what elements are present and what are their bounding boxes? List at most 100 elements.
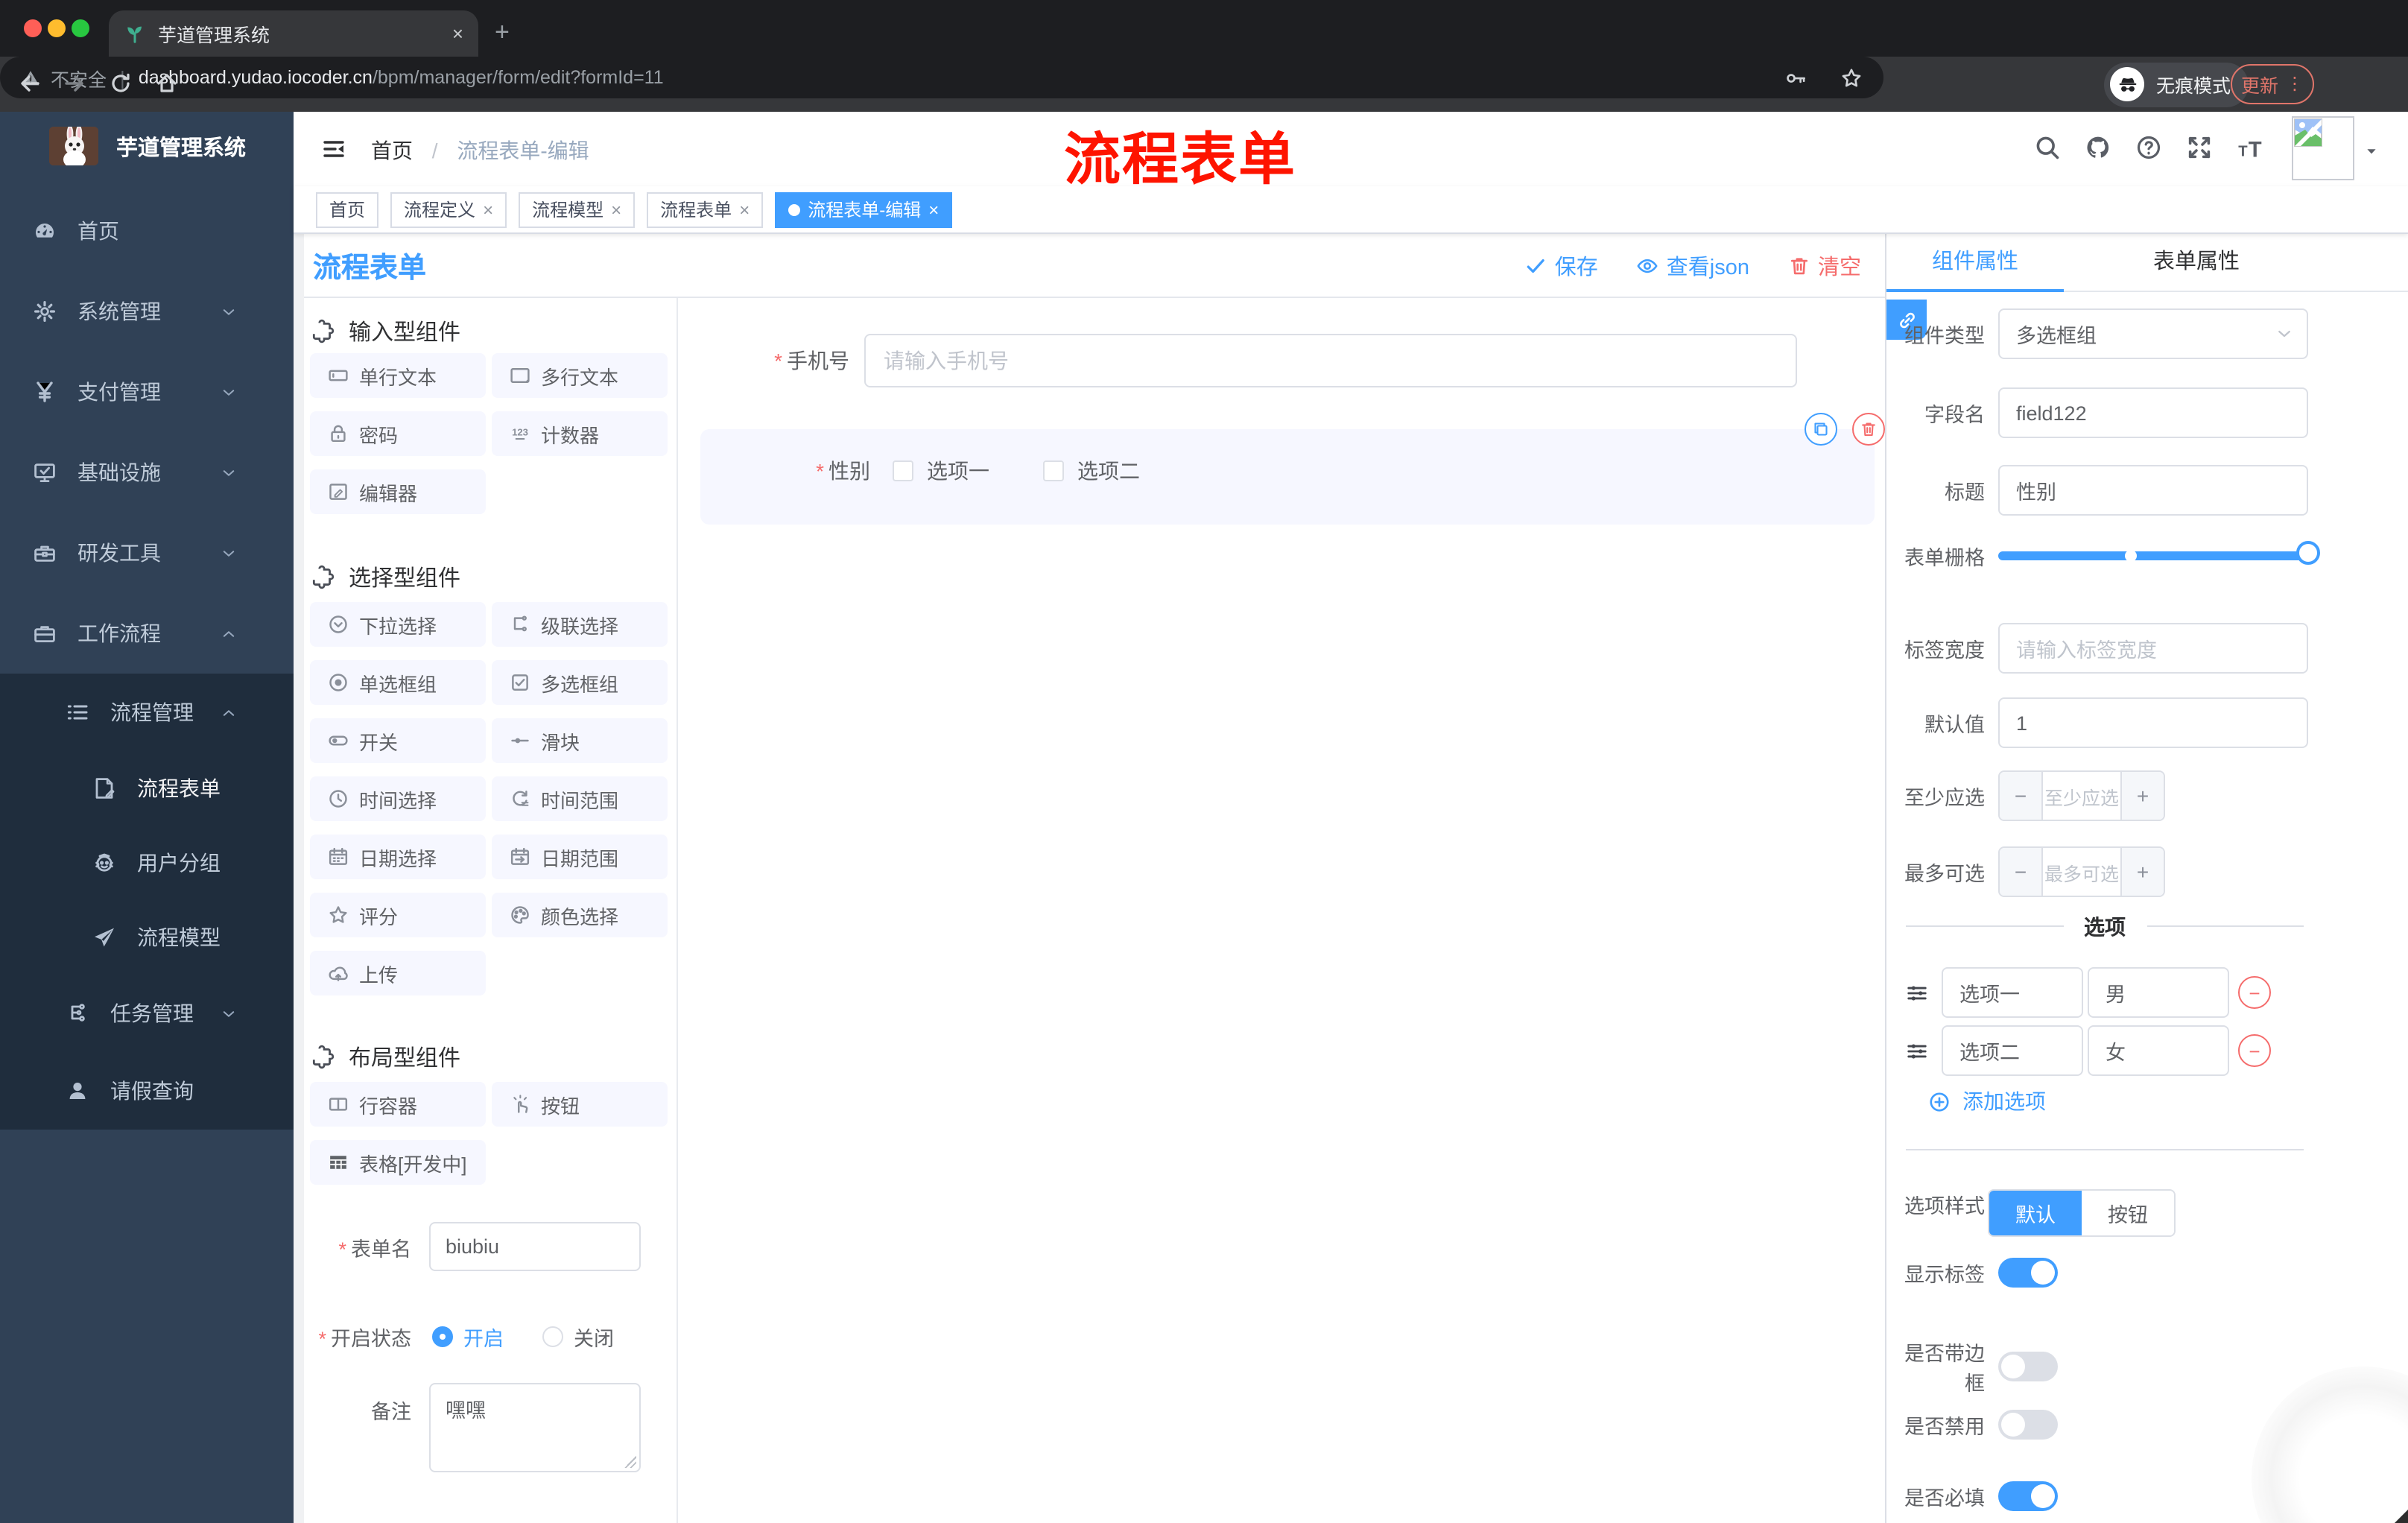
component-时间选择[interactable]: 时间选择 — [310, 776, 486, 821]
component-开关[interactable]: 开关 — [310, 718, 486, 763]
toggle-switch-是否必填[interactable] — [1998, 1481, 2058, 1511]
plus-button[interactable]: + — [2120, 772, 2164, 820]
delete-field-button[interactable] — [1852, 413, 1885, 446]
url-bar[interactable]: 不安全 | dashboard.yudao.iocoder.cn/bpm/man… — [0, 57, 1883, 98]
avatar-caret-icon[interactable] — [2365, 145, 2378, 158]
forward-icon[interactable] — [63, 72, 86, 95]
minus-button[interactable]: − — [2000, 772, 2043, 820]
chrome-menu-icon[interactable]: ⋮ — [2286, 73, 2304, 94]
style-button-button[interactable]: 按钮 — [2082, 1191, 2174, 1235]
sidebar-item-首页[interactable]: 首页 — [0, 191, 294, 271]
fullscreen-icon[interactable] — [2186, 134, 2213, 161]
gender-option-1[interactable]: 选项一 — [893, 456, 989, 486]
traffic-light-close[interactable] — [24, 19, 42, 37]
component-type-select[interactable]: 多选框组 — [1998, 308, 2308, 359]
form-name-input[interactable]: biubiu — [429, 1222, 641, 1271]
component-滑块[interactable]: 滑块 — [492, 718, 668, 763]
remove-option-button[interactable]: − — [2238, 976, 2271, 1009]
browser-tab[interactable]: 芋道管理系统 × — [109, 10, 478, 57]
drag-handle-icon[interactable] — [1906, 981, 1928, 1004]
new-tab-button[interactable]: + — [495, 18, 510, 48]
component-时间范围[interactable]: 时间范围 — [492, 776, 668, 821]
component-多选框组[interactable]: 多选框组 — [492, 660, 668, 705]
remove-option-button[interactable]: − — [2238, 1034, 2271, 1067]
min-select-stepper[interactable]: − 至少应选 + — [1998, 770, 2165, 821]
sidebar-item-支付管理[interactable]: 支付管理 — [0, 352, 294, 432]
field-name-input[interactable]: field122 — [1998, 387, 2308, 438]
style-default-button[interactable]: 默认 — [1989, 1191, 2082, 1235]
form-canvas[interactable]: * 手机号 请输入手机号 * 性别 选项一 选项二 — [678, 298, 1885, 1523]
sidebar-item-流程管理[interactable]: 流程管理 — [0, 674, 294, 751]
breadcrumb-home[interactable]: 首页 — [371, 139, 413, 162]
checkbox-icon[interactable] — [1043, 460, 1064, 481]
component-下拉选择[interactable]: 下拉选择 — [310, 602, 486, 647]
option-label-input[interactable]: 选项一 — [1942, 967, 2083, 1018]
sidebar-item-用户分组[interactable]: 用户分组 — [0, 826, 294, 900]
tag-首页[interactable]: 首页 — [316, 191, 379, 227]
option-value-input[interactable]: 女 — [2088, 1025, 2229, 1076]
corner-widget[interactable] — [2395, 1510, 2408, 1523]
phone-field-input[interactable]: 请输入手机号 — [864, 334, 1797, 387]
component-多行文本[interactable]: 多行文本 — [492, 353, 668, 398]
tab-close-icon[interactable]: × — [452, 22, 463, 45]
tag-流程表单[interactable]: 流程表单 × — [647, 191, 764, 227]
title-input[interactable]: 性别 — [1998, 465, 2308, 516]
home-icon[interactable] — [155, 72, 179, 95]
drag-handle-icon[interactable] — [1906, 1039, 1928, 1062]
component-上传[interactable]: 上传 — [310, 951, 486, 995]
sidebar-item-基础设施[interactable]: 基础设施 — [0, 432, 294, 513]
reload-icon[interactable] — [109, 72, 133, 95]
tab-component-props[interactable]: 组件属性 — [1886, 234, 2064, 291]
collapse-menu-icon[interactable] — [322, 137, 346, 161]
option-value-input[interactable]: 男 — [2088, 967, 2229, 1018]
component-日期选择[interactable]: 日期选择 — [310, 835, 486, 879]
view-json-button[interactable]: 查看json — [1637, 250, 1749, 281]
user-avatar-broken[interactable] — [2292, 116, 2354, 180]
close-icon[interactable]: × — [739, 199, 750, 220]
search-icon[interactable] — [2034, 134, 2061, 161]
sidebar-item-请假查询[interactable]: 请假查询 — [0, 1052, 294, 1130]
resize-grip[interactable] — [624, 1456, 636, 1468]
default-value-input[interactable]: 1 — [1998, 697, 2308, 748]
traffic-light-zoom[interactable] — [72, 19, 89, 37]
sidebar-item-流程表单[interactable]: 流程表单 — [0, 751, 294, 826]
close-icon[interactable]: × — [483, 199, 493, 220]
sidebar-item-系统管理[interactable]: 系统管理 — [0, 271, 294, 352]
component-表格[开发中][interactable]: 表格[开发中] — [310, 1140, 486, 1185]
phone-field-row[interactable]: * 手机号 请输入手机号 — [678, 334, 1885, 387]
tag-流程模型[interactable]: 流程模型 × — [519, 191, 636, 227]
help-icon[interactable] — [2135, 134, 2162, 161]
selected-field-block[interactable]: * 性别 选项一 选项二 — [700, 413, 1885, 525]
remark-textarea[interactable]: 嘿嘿 — [429, 1383, 641, 1472]
toggle-switch-是否禁用[interactable] — [1998, 1410, 2058, 1440]
github-icon[interactable] — [2085, 134, 2111, 161]
checkbox-icon[interactable] — [893, 460, 913, 481]
clear-button[interactable]: 清空 — [1788, 250, 1861, 281]
close-icon[interactable]: × — [611, 199, 621, 220]
sidebar-item-研发工具[interactable]: 研发工具 — [0, 513, 294, 593]
component-单行文本[interactable]: 单行文本 — [310, 353, 486, 398]
component-计数器[interactable]: 123 计数器 — [492, 411, 668, 456]
add-option-button[interactable]: 添加选项 — [1928, 1086, 2046, 1116]
component-级联选择[interactable]: 级联选择 — [492, 602, 668, 647]
minus-button[interactable]: − — [2000, 848, 2043, 896]
duplicate-field-button[interactable] — [1805, 413, 1837, 446]
left-panel-scrollbar[interactable] — [294, 234, 304, 1523]
gender-option-2[interactable]: 选项二 — [1043, 456, 1140, 486]
status-on-radio[interactable]: 开启 — [432, 1322, 504, 1352]
status-off-radio[interactable]: 关闭 — [542, 1322, 614, 1352]
component-颜色选择[interactable]: 颜色选择 — [492, 893, 668, 937]
option-label-input[interactable]: 选项二 — [1942, 1025, 2083, 1076]
min-select-value[interactable]: 至少应选 — [2043, 772, 2120, 820]
tab-form-props[interactable]: 表单属性 — [2095, 234, 2298, 291]
bookmark-star-icon[interactable] — [1840, 66, 1863, 89]
toggle-switch-是否带边框[interactable] — [1998, 1352, 2058, 1381]
component-日期范围[interactable]: 日期范围 — [492, 835, 668, 879]
component-按钮[interactable]: 按钮 — [492, 1082, 668, 1127]
back-icon[interactable] — [18, 72, 42, 95]
component-评分[interactable]: 评分 — [310, 893, 486, 937]
close-icon[interactable]: × — [928, 199, 939, 220]
tag-流程定义[interactable]: 流程定义 × — [390, 191, 507, 227]
component-行容器[interactable]: 行容器 — [310, 1082, 486, 1127]
save-button[interactable]: 保存 — [1525, 250, 1598, 281]
